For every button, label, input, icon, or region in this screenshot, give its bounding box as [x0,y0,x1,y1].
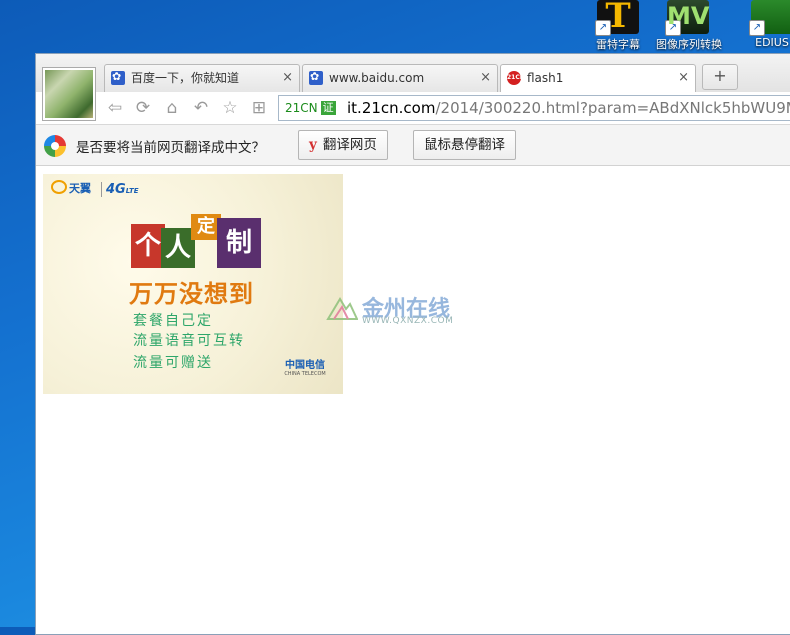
user-avatar[interactable] [42,67,96,121]
new-tab-button[interactable]: + [702,64,738,90]
headline-blocks: 个 人 定 制 [131,214,271,274]
close-icon[interactable]: × [480,65,491,91]
desktop-icon-label: 图像序列转换 [656,38,722,51]
cert-verified-icon: 证 [320,101,336,115]
telecom-ad-banner[interactable]: 天翼 4GLTE 个 人 定 制 万万没想到 套餐自己定 流量语音可互转 流量可… [43,174,343,394]
address-bar[interactable]: 21CN 证 it.21cn.com/2014/300220.html?param… [278,95,790,121]
tab-strip: 百度一下，你就知道 × www.baidu.com × 21CN flash1 … [36,54,790,93]
ad-feature-line: 套餐自己定 [133,313,213,329]
translate-question: 是否要将当前网页翻译成中文？ [76,140,265,156]
undo-icon[interactable]: ↶ [190,97,212,119]
shortcut-arrow-icon: ↗ [665,20,681,36]
shortcut-arrow-icon: ↗ [749,20,765,36]
url-text: it.21cn.com/2014/300220.html?param=ABdXN… [347,99,790,117]
desktop-icon-label: EDIUS [755,36,789,49]
ad-feature-line: 流量可赠送 [133,355,213,371]
desktop-icon-leite-subtitle[interactable]: ↗ 雷特字幕 [586,0,650,52]
close-icon[interactable]: × [678,65,689,91]
back-arrow-icon[interactable]: ⇦ [104,97,126,119]
star-icon[interactable]: ☆ [219,97,241,119]
mv-app-icon: ↗ [665,0,709,36]
leite-subtitle-app-icon: ↗ [595,0,639,36]
headline-char: 制 [217,218,261,268]
tianyi-swirl-icon [51,180,67,194]
close-icon[interactable]: × [282,65,293,91]
ad-slogan: 万万没想到 [129,280,254,308]
translate-page-button[interactable]: y 翻译网页 [298,130,388,160]
shortcut-arrow-icon: ↗ [595,20,611,36]
desktop-icon-image-sequence[interactable]: ↗ 图像序列转换 [656,0,722,52]
china-telecom-logo: 中国电信 CHINA TELECOM [284,360,326,377]
tab-baidu-com[interactable]: www.baidu.com × [302,64,498,92]
4g-logo: 4GLTE [101,182,139,197]
baidu-paw-icon [111,64,125,90]
desktop-icon-edius[interactable]: ↗ EDIUS [740,0,790,49]
grid-icon[interactable]: ⊞ [248,97,270,119]
ad-feature-line: 流量语音可互转 [133,333,245,349]
page-content: 天翼 4GLTE 个 人 定 制 万万没想到 套餐自己定 流量语音可互转 流量可… [36,166,790,634]
navigation-toolbar: ⇦ ⟳ ⌂ ↶ ☆ ⊞ 21CN 证 it.21cn.com/2014/30022… [36,92,790,125]
browser-window: 百度一下，你就知道 × www.baidu.com × 21CN flash1 … [35,53,790,635]
translate-logo-icon [44,135,66,157]
watermark-logo-icon [326,297,358,320]
edius-app-icon: ↗ [749,0,790,36]
watermark-url: WWW.QXNZX.COM [362,316,454,326]
tab-baidu-home[interactable]: 百度一下，你就知道 × [104,64,300,92]
tab-title: www.baidu.com [329,71,425,85]
tab-title: 百度一下，你就知道 [131,71,240,85]
refresh-icon[interactable]: ⟳ [132,97,154,119]
youdao-icon: y [309,137,317,153]
tab-flash1[interactable]: 21CN flash1 × [500,64,696,93]
headline-char: 个 [131,224,165,268]
desktop-icon-label: 雷特字幕 [596,38,640,51]
baidu-paw-icon [309,64,323,90]
21cn-icon: 21CN [507,71,525,85]
translate-bar: 是否要将当前网页翻译成中文？ y 翻译网页 鼠标悬停翻译 [36,125,790,166]
home-icon[interactable]: ⌂ [161,97,183,119]
hover-translate-button[interactable]: 鼠标悬停翻译 [413,130,516,160]
headline-char: 人 [161,228,195,268]
tab-title: flash1 [527,71,564,85]
certificate-badge[interactable]: 21CN 证 [285,96,336,120]
tianyi-logo: 天翼 [51,180,91,196]
